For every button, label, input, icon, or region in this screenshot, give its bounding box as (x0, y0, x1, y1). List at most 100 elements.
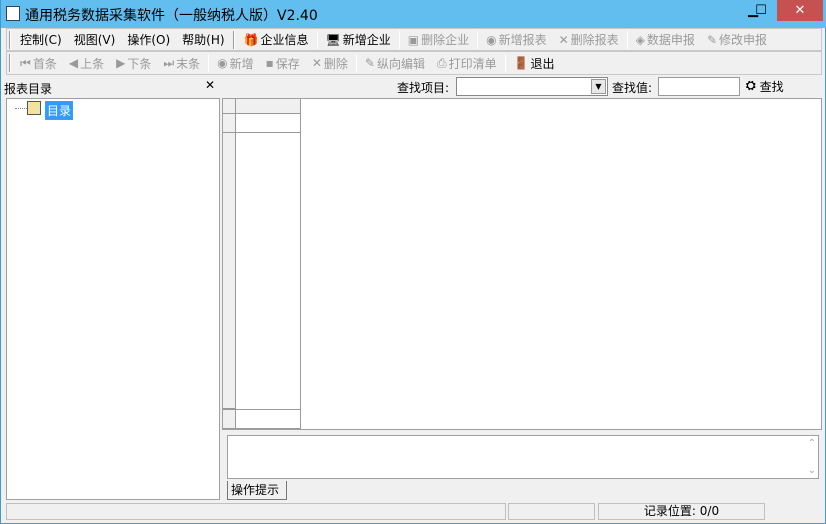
grip (9, 30, 11, 49)
tab-operation-tips[interactable]: 操作提示 (227, 481, 287, 500)
left-panel-title: 报表目录 (4, 82, 53, 96)
button-label: 新增报表 (498, 33, 547, 47)
search-button[interactable]: ⛭ 查找 (746, 78, 784, 95)
data-grid[interactable] (222, 98, 822, 430)
print-icon: ⎙ (436, 55, 447, 70)
search-item-label: 查找项目: (397, 81, 450, 95)
scroll-down-icon[interactable]: ⌄ (808, 465, 816, 476)
toolbar-separator (398, 30, 400, 49)
button-label: 删除报表 (570, 33, 619, 47)
close-button[interactable]: ✕ (777, 0, 823, 21)
button-label: 新增企业 (342, 33, 391, 47)
toolbar1-button-3[interactable]: ◉ 新增报表 (480, 30, 553, 50)
last-record-icon: ⏭ (163, 55, 175, 70)
toolbar-separator (316, 30, 318, 49)
status-record-position: 记录位置: 0/0 (598, 503, 765, 520)
main-window: 通用税务数据采集软件（一般纳税人版）V2.40 ▁ ☐ ✕ 控制(C) 视图(V… (0, 0, 826, 524)
button-label: 纵向编辑 (376, 56, 425, 71)
search-value-label: 查找值: (612, 81, 653, 95)
status-pane-2 (508, 503, 595, 520)
toolbar2-button-6[interactable]: ✕ 删除 (306, 53, 354, 73)
button-label: 退出 (530, 56, 555, 71)
grip (232, 30, 235, 49)
toolbar2-button-0[interactable]: ⏮ 首条 (14, 53, 63, 73)
button-label: 首条 (32, 56, 57, 71)
toolbar1-button-5[interactable]: ◈ 数据申报 (630, 30, 701, 50)
add-company-icon: 🖥 (325, 32, 341, 47)
grid-row-header (223, 409, 236, 429)
button-label: 下条 (127, 56, 152, 71)
grid-cell[interactable] (236, 133, 301, 409)
toolbar2-button-3[interactable]: ⏭ 末条 (157, 53, 206, 73)
title-bar: 通用税务数据采集软件（一般纳税人版）V2.40 ▁ ☐ ✕ (1, 0, 826, 28)
grid-cell[interactable] (236, 409, 301, 429)
menu-operate[interactable]: 操作(O) (121, 30, 176, 50)
button-label: 修改申报 (719, 33, 768, 47)
toolbar1-button-2[interactable]: ▣ 删除企业 (402, 30, 475, 50)
grid-row-header (223, 114, 236, 133)
add-report-icon: ◉ (486, 32, 497, 47)
toolbar2-button-9[interactable]: 🚪 退出 (508, 53, 561, 73)
toolbar1-button-1[interactable]: 🖥 新增企业 (320, 30, 397, 50)
toolbar2-button-2[interactable]: ▶ 下条 (110, 53, 157, 73)
button-label: 打印清单 (448, 56, 497, 71)
grid-cell[interactable] (236, 114, 301, 133)
chevron-down-icon[interactable]: ▼ (591, 79, 606, 94)
scroll-up-icon[interactable]: ⌃ (808, 438, 816, 449)
grip (9, 54, 11, 72)
toolbar2-button-7[interactable]: ✎ 纵向编辑 (359, 53, 431, 73)
prev-record-icon: ◀ (68, 56, 79, 70)
toolbar-separator (355, 54, 357, 72)
button-label: 数据申报 (646, 33, 695, 47)
button-label: 保存 (275, 56, 300, 71)
search-item-select[interactable]: ▼ (456, 77, 608, 96)
maximize-icon: ☐ (755, 3, 767, 18)
company-info-icon: 🎁 (243, 32, 259, 47)
search-value-input[interactable] (658, 77, 740, 96)
toolbar-separator (477, 30, 479, 49)
app-icon (6, 6, 20, 21)
delete-company-icon: ▣ (407, 32, 420, 47)
button-label: 上条 (80, 56, 105, 71)
report-tree: 目录 (6, 98, 220, 500)
button-label: 企业信息 (260, 33, 309, 47)
tree-node-root[interactable]: 目录 (45, 101, 74, 120)
status-pane-main (6, 503, 506, 520)
binoculars-icon: ⛭ (746, 78, 756, 92)
modify-declare-icon: ✎ (706, 32, 717, 47)
toolbar2-button-8[interactable]: ⎙ 打印清单 (431, 53, 503, 73)
exit-icon: 🚪 (513, 56, 529, 70)
grid-row-header (223, 133, 236, 409)
delete-icon: ✕ (311, 56, 322, 70)
button-label: 新增 (229, 56, 254, 71)
toolbar-separator (626, 30, 628, 49)
left-panel-close-button[interactable]: ✕ (205, 78, 215, 92)
menu-view[interactable]: 视图(V) (68, 30, 122, 50)
toolbar-separator (208, 54, 210, 72)
delete-report-icon: ✕ (558, 32, 569, 47)
add-icon: ◉ (217, 56, 228, 70)
toolbar1-button-4[interactable]: ✕ 删除报表 (553, 30, 625, 50)
folder-edit-icon (27, 101, 41, 115)
menu-help[interactable]: 帮助(H) (176, 30, 230, 50)
toolbar1-button-0[interactable]: 🎁 企业信息 (238, 30, 315, 50)
next-record-icon: ▶ (116, 56, 126, 70)
toolbar2-button-4[interactable]: ◉ 新增 (211, 53, 260, 73)
toolbar-separator (504, 54, 506, 72)
toolbar2-button-1[interactable]: ◀ 上条 (63, 53, 110, 73)
menu-control[interactable]: 控制(C) (14, 30, 68, 50)
vertical-edit-icon: ✎ (364, 56, 375, 70)
button-label: 末条 (176, 56, 201, 71)
first-record-icon: ⏮ (20, 55, 31, 70)
toolbar2-button-5[interactable]: ▪ 保存 (260, 53, 306, 73)
save-icon: ▪ (265, 56, 274, 70)
grid-corner (223, 99, 236, 114)
search-button-label: 查找 (759, 80, 784, 94)
menu-toolbar-row: 控制(C) 视图(V) 操作(O) 帮助(H) 🎁 企业信息 🖥 新增企业 ▣ 删除企业 ◉… (6, 28, 822, 51)
button-label: 删除企业 (421, 33, 470, 47)
operation-tips-textarea[interactable]: ⌃ ⌄ (227, 435, 819, 479)
toolbar1-button-6[interactable]: ✎ 修改申报 (701, 30, 773, 50)
grid-column-header (236, 99, 301, 114)
button-label: 删除 (323, 56, 348, 71)
window-title: 通用税务数据采集软件（一般纳税人版）V2.40 (25, 8, 318, 24)
